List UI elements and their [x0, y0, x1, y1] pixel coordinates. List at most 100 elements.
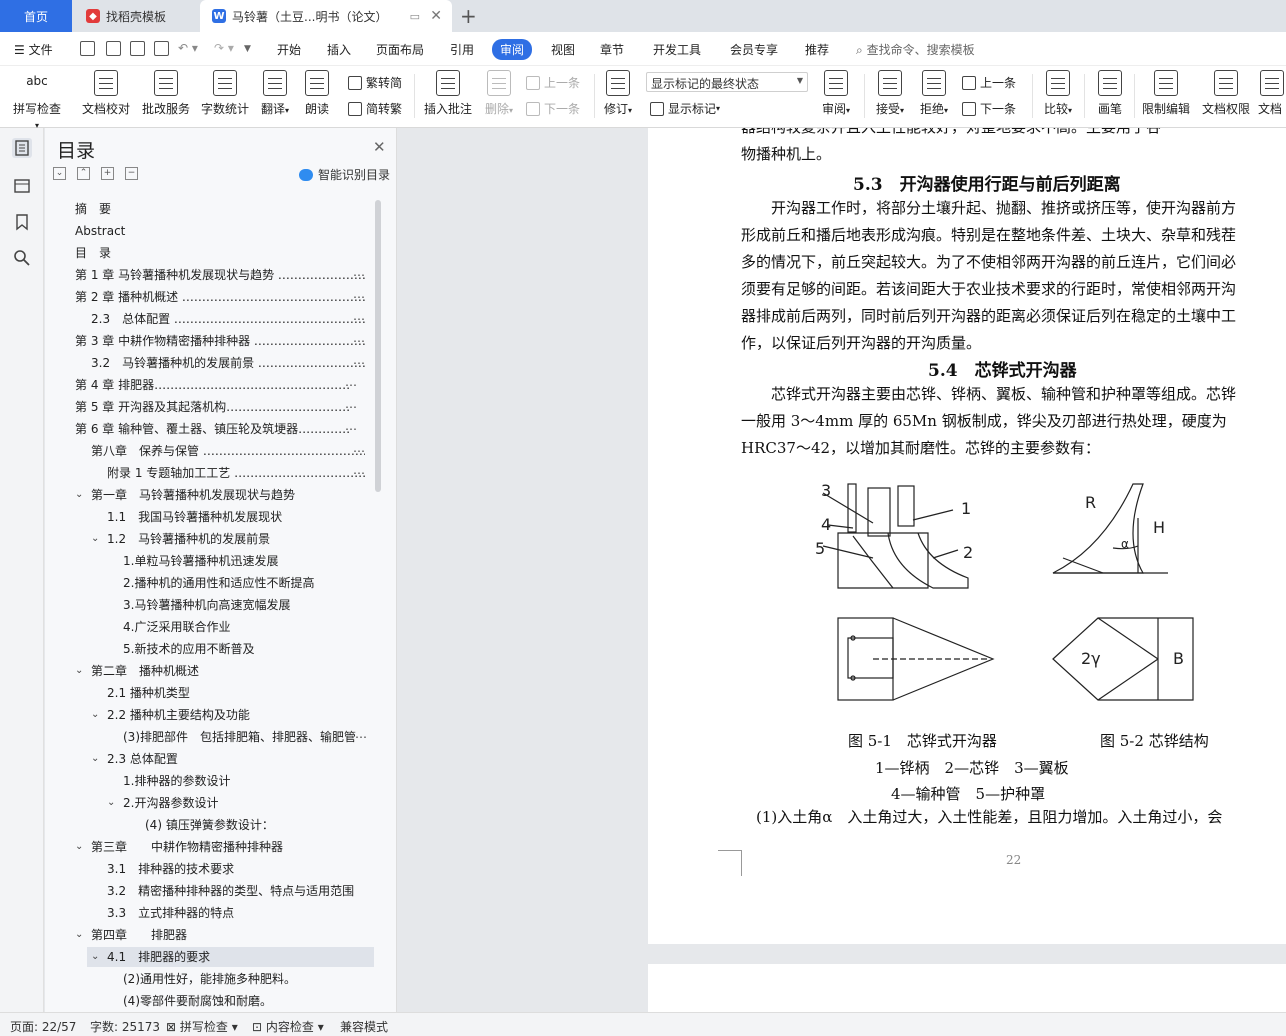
document-more-button[interactable]: 文档: [1258, 70, 1286, 117]
toc-item[interactable]: ⌄第 2 章 播种机概述 ……………………………………………………: [75, 287, 365, 307]
next-change-button[interactable]: 下一条: [962, 100, 1016, 117]
print-icon[interactable]: [130, 41, 145, 56]
toc-item[interactable]: ⌄第 3 章 中耕作物精密播种排种器 ………………………………: [75, 331, 365, 351]
menu-review[interactable]: 审阅: [492, 39, 533, 60]
toc-item[interactable]: 4.广泛采用联合作业: [123, 617, 230, 637]
show-markup-button[interactable]: 显示标记 ▾: [650, 100, 720, 117]
word-count-button[interactable]: 字数统计: [199, 70, 251, 117]
redo-icon[interactable]: ↷ ▾: [214, 41, 234, 55]
read-aloud-button[interactable]: 朗读: [302, 70, 332, 117]
review-pane-button[interactable]: 审阅▾: [816, 70, 856, 117]
toc-item[interactable]: 附录 1 专题轴加工工艺 …………………………………………: [107, 463, 365, 483]
close-tab-icon[interactable]: ✕: [430, 8, 442, 24]
reject-button[interactable]: 拒绝▾: [916, 70, 952, 117]
toc-item[interactable]: 3.3 立式排种器的特点: [107, 903, 234, 923]
next-page[interactable]: [648, 964, 1286, 1012]
spell-check-status[interactable]: ⊠ 拼写检查 ▾: [166, 1018, 238, 1035]
toc-item[interactable]: ⌄ 第四章 排肥器: [75, 925, 187, 945]
toc-scrollbar[interactable]: [375, 200, 381, 492]
command-search[interactable]: ⌕ 查找命令、搜索模板: [856, 41, 975, 58]
toc-item[interactable]: ⌄ 第一章 马铃薯播种机发展现状与趋势: [75, 485, 295, 505]
simp-to-trad-button[interactable]: 简转繁: [348, 100, 402, 117]
bookmark-icon[interactable]: [12, 212, 32, 232]
toc-item[interactable]: 目 录: [75, 243, 111, 263]
accept-button[interactable]: 接受▾: [872, 70, 908, 117]
expand-icon[interactable]: ⌃: [77, 167, 90, 180]
smart-toc-button[interactable]: 智能识别目录: [299, 166, 390, 183]
toc-item[interactable]: 第 1 章 马铃薯播种机发展现状与趋势 ……………………………: [75, 265, 365, 285]
menu-references[interactable]: 引用: [450, 41, 474, 58]
toc-item[interactable]: 摘 要: [75, 199, 111, 219]
ink-button[interactable]: 画笔: [1092, 70, 1128, 117]
spell-check-button[interactable]: abc 拼写检查▾: [12, 70, 62, 131]
toc-item[interactable]: 1.1 我国马铃薯播种机发展现状: [107, 507, 282, 527]
toc-item[interactable]: 3.2 马铃薯播种机的发展前景 ……………………………………: [91, 353, 365, 373]
menu-section[interactable]: 章节: [600, 41, 624, 58]
remove-heading-icon[interactable]: −: [125, 167, 138, 180]
menu-insert[interactable]: 插入: [327, 41, 351, 58]
toc-item[interactable]: (4) 镇压弹簧参数设计：: [145, 815, 274, 835]
new-tab-button[interactable]: +: [460, 4, 477, 28]
toc-nav-icon[interactable]: [12, 138, 32, 158]
toc-item[interactable]: (3)排肥部件 包括排肥箱、排肥器、输肥管: [123, 727, 373, 747]
trad-to-simp-button[interactable]: 繁转简: [348, 74, 402, 91]
compare-button[interactable]: 比较▾: [1040, 70, 1076, 117]
toc-item[interactable]: (4)零部件要耐腐蚀和耐磨。: [123, 991, 272, 1011]
close-icon[interactable]: ✕: [373, 138, 386, 156]
toc-item[interactable]: ⌄第 6 章 输种管、覆土器、镇压轮及筑埂器…………………: [75, 419, 349, 439]
menu-developer[interactable]: 开发工具: [653, 41, 701, 58]
customize-icon[interactable]: ▼: [244, 44, 251, 54]
toc-item[interactable]: 第 4 章 排肥器…………………………………………………………: [75, 375, 349, 395]
toc-item[interactable]: 2.1 播种机类型: [107, 683, 190, 703]
page-indicator[interactable]: 页面: 22/57: [10, 1018, 76, 1035]
export-pdf-icon[interactable]: [106, 41, 121, 56]
toc-item[interactable]: 3.马铃薯播种机向高速宽幅发展: [123, 595, 290, 615]
toc-item[interactable]: 3.2 精密播种排种器的类型、特点与适用范围: [107, 881, 354, 901]
toc-item[interactable]: ⌄第八章 保养与保管 ………………………………………………: [91, 441, 365, 461]
toc-item[interactable]: 5.新技术的应用不断普及: [123, 639, 254, 659]
document-permission-button[interactable]: 文档权限: [1200, 70, 1252, 117]
toc-item[interactable]: 2.3 总体配置 ………………………………………………………: [91, 309, 365, 329]
restrict-editing-button[interactable]: 限制编辑: [1140, 70, 1192, 117]
collapse-all-icon[interactable]: ⌄: [53, 167, 66, 180]
toc-item[interactable]: Abstract: [75, 221, 125, 241]
delete-comment-button[interactable]: 删除▾: [482, 70, 516, 117]
toc-item[interactable]: 1.单粒马铃薯播种机迅速发展: [123, 551, 278, 571]
word-count[interactable]: 字数: 25173: [90, 1018, 160, 1035]
window-icon[interactable]: ▭: [410, 10, 420, 23]
toc-item[interactable]: 第 5 章 开沟器及其起落机构……………………………………: [75, 397, 349, 417]
chapter-nav-icon[interactable]: [12, 176, 32, 196]
proofread-button[interactable]: 文档校对: [80, 70, 132, 117]
document-page[interactable]: 器结构较复杂并且入土性能较好，对整地要求不高。主要用于谷 物播种机上。 5.3 …: [648, 128, 1286, 944]
toc-item[interactable]: ⌄ 2.开沟器参数设计: [107, 793, 218, 813]
save-icon[interactable]: [80, 41, 95, 56]
add-heading-icon[interactable]: +: [101, 167, 114, 180]
tab-home[interactable]: 首页: [0, 0, 72, 32]
menu-member[interactable]: 会员专享: [730, 41, 778, 58]
search-icon[interactable]: [12, 248, 32, 268]
prev-comment-button[interactable]: 上一条: [526, 74, 580, 91]
insert-comment-button[interactable]: 插入批注: [422, 70, 474, 117]
undo-icon[interactable]: ↶ ▾: [178, 41, 198, 55]
tab-template[interactable]: ◆ 找稻壳模板: [74, 0, 198, 32]
translate-button[interactable]: 翻译▾: [258, 70, 292, 117]
toc-item[interactable]: 2.播种机的通用性和适应性不断提高: [123, 573, 314, 593]
toc-item[interactable]: ⌄ 2.3 总体配置: [91, 749, 178, 769]
tab-document[interactable]: W 马铃薯（土豆...明书（论文） ▭ ✕: [200, 0, 452, 32]
file-menu[interactable]: ☰ 文件: [14, 41, 53, 58]
menu-start[interactable]: 开始: [277, 41, 301, 58]
toc-item[interactable]: ⌄ 第三章 中耕作物精密播种排种器: [75, 837, 283, 857]
toc-item[interactable]: ⌄ 第二章 播种机概述: [75, 661, 199, 681]
toc-item[interactable]: 1.排种器的参数设计: [123, 771, 230, 791]
prev-change-button[interactable]: 上一条: [962, 74, 1016, 91]
toc-item[interactable]: ⌄ 2.2 播种机主要结构及功能: [91, 705, 250, 725]
batch-service-button[interactable]: 批改服务: [140, 70, 192, 117]
menu-page-layout[interactable]: 页面布局: [376, 41, 424, 58]
toc-item[interactable]: ⌄ 1.2 马铃薯播种机的发展前景: [91, 529, 270, 549]
toc-item[interactable]: 3.1 排种器的技术要求: [107, 859, 234, 879]
menu-recommend[interactable]: 推荐: [805, 41, 829, 58]
markup-state-select[interactable]: 显示标记的最终状态 ▼: [646, 72, 808, 92]
track-changes-button[interactable]: 修订▾: [602, 70, 634, 117]
content-check-status[interactable]: ⊡ 内容检查 ▾: [252, 1018, 324, 1035]
print-preview-icon[interactable]: [154, 41, 169, 56]
